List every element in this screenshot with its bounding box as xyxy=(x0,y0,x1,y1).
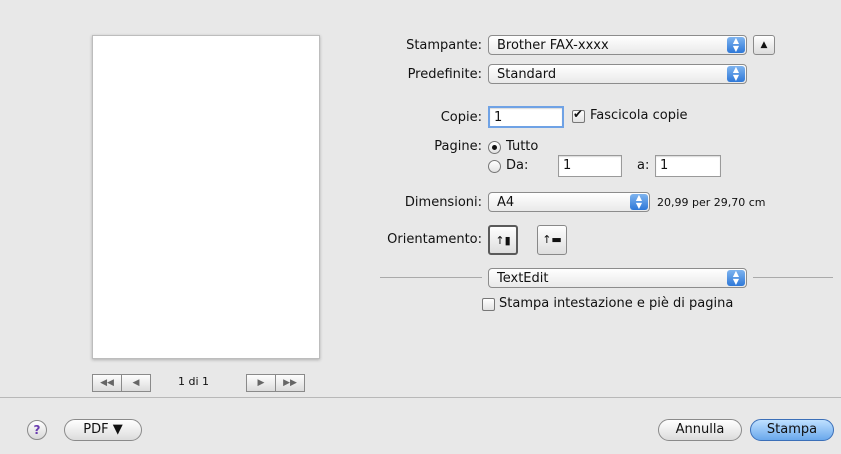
popup-arrows-icon: ▲ ▼ xyxy=(727,66,745,82)
paper-size-value: A4 xyxy=(497,195,515,210)
printer-label: Stampante: xyxy=(406,38,482,53)
pages-all-radio[interactable] xyxy=(488,141,501,154)
presets-select[interactable]: Standard ▲ ▼ xyxy=(488,64,747,84)
presets-label: Predefinite: xyxy=(407,67,482,82)
orientation-label: Orientamento: xyxy=(387,232,482,247)
pages-from-input[interactable]: 1 xyxy=(558,155,622,177)
header-footer-label: Stampa intestazione e piè di pagina xyxy=(499,296,734,311)
pages-label: Pagine: xyxy=(434,139,482,154)
help-icon: ? xyxy=(33,423,41,437)
print-preview-page xyxy=(92,35,320,359)
previous-page-button[interactable]: ◀ xyxy=(121,374,151,392)
header-footer-checkbox[interactable] xyxy=(482,298,495,311)
next-page-button[interactable]: ▶ xyxy=(246,374,276,392)
section-divider-left xyxy=(380,277,482,278)
footer-separator xyxy=(0,397,841,398)
printer-value: Brother FAX-xxxx xyxy=(497,38,609,53)
popup-arrows-icon: ▲ ▼ xyxy=(727,37,745,53)
paper-size-dimensions: 20,99 per 29,70 cm xyxy=(657,196,766,209)
presets-value: Standard xyxy=(497,67,557,82)
next-page-icon: ▶ xyxy=(257,378,265,388)
paper-size-select[interactable]: A4 ▲ ▼ xyxy=(488,192,650,212)
pages-all-label: Tutto xyxy=(506,139,539,154)
app-section-value: TextEdit xyxy=(497,271,549,286)
print-button[interactable]: Stampa xyxy=(750,419,834,441)
pages-to-label: a: xyxy=(637,158,650,173)
section-divider-right xyxy=(753,277,833,278)
pages-to-input[interactable]: 1 xyxy=(655,155,721,177)
collate-label: Fascicola copie xyxy=(590,108,688,123)
orientation-landscape-button[interactable]: ↑▬ xyxy=(537,225,567,255)
last-page-button[interactable]: ▶▶ xyxy=(275,374,305,392)
printer-select[interactable]: Brother FAX-xxxx ▲ ▼ xyxy=(488,35,747,55)
app-section-select[interactable]: TextEdit ▲ ▼ xyxy=(488,268,747,288)
help-button[interactable]: ? xyxy=(27,420,47,440)
page-indicator: 1 di 1 xyxy=(178,375,210,388)
disclosure-up-icon: ▲ xyxy=(760,40,768,50)
copies-input[interactable]: 1 xyxy=(488,106,564,128)
pages-range-radio[interactable] xyxy=(488,160,501,173)
collate-checkbox[interactable]: ✔ xyxy=(572,107,585,123)
copies-label: Copie: xyxy=(440,110,482,125)
popup-arrows-icon: ▲ ▼ xyxy=(630,194,648,210)
radio-selected-dot-icon xyxy=(492,145,497,150)
pages-from-label: Da: xyxy=(506,158,529,173)
landscape-orientation-icon: ↑▬ xyxy=(542,233,562,246)
first-page-button[interactable]: ◀◀ xyxy=(92,374,122,392)
popup-arrows-icon: ▲ ▼ xyxy=(727,270,745,286)
previous-page-icon: ◀ xyxy=(132,378,140,388)
first-page-icon: ◀◀ xyxy=(100,378,114,388)
last-page-icon: ▶▶ xyxy=(283,378,297,388)
orientation-portrait-button[interactable]: ↑▮ xyxy=(488,225,518,255)
checkmark-icon: ✔ xyxy=(573,107,584,121)
paper-size-label: Dimensioni: xyxy=(404,195,482,210)
show-details-button[interactable]: ▲ xyxy=(753,35,775,55)
portrait-orientation-icon: ↑▮ xyxy=(495,234,511,247)
cancel-button[interactable]: Annulla xyxy=(658,419,742,441)
pdf-menu-button[interactable]: PDF ▼ xyxy=(64,419,142,441)
